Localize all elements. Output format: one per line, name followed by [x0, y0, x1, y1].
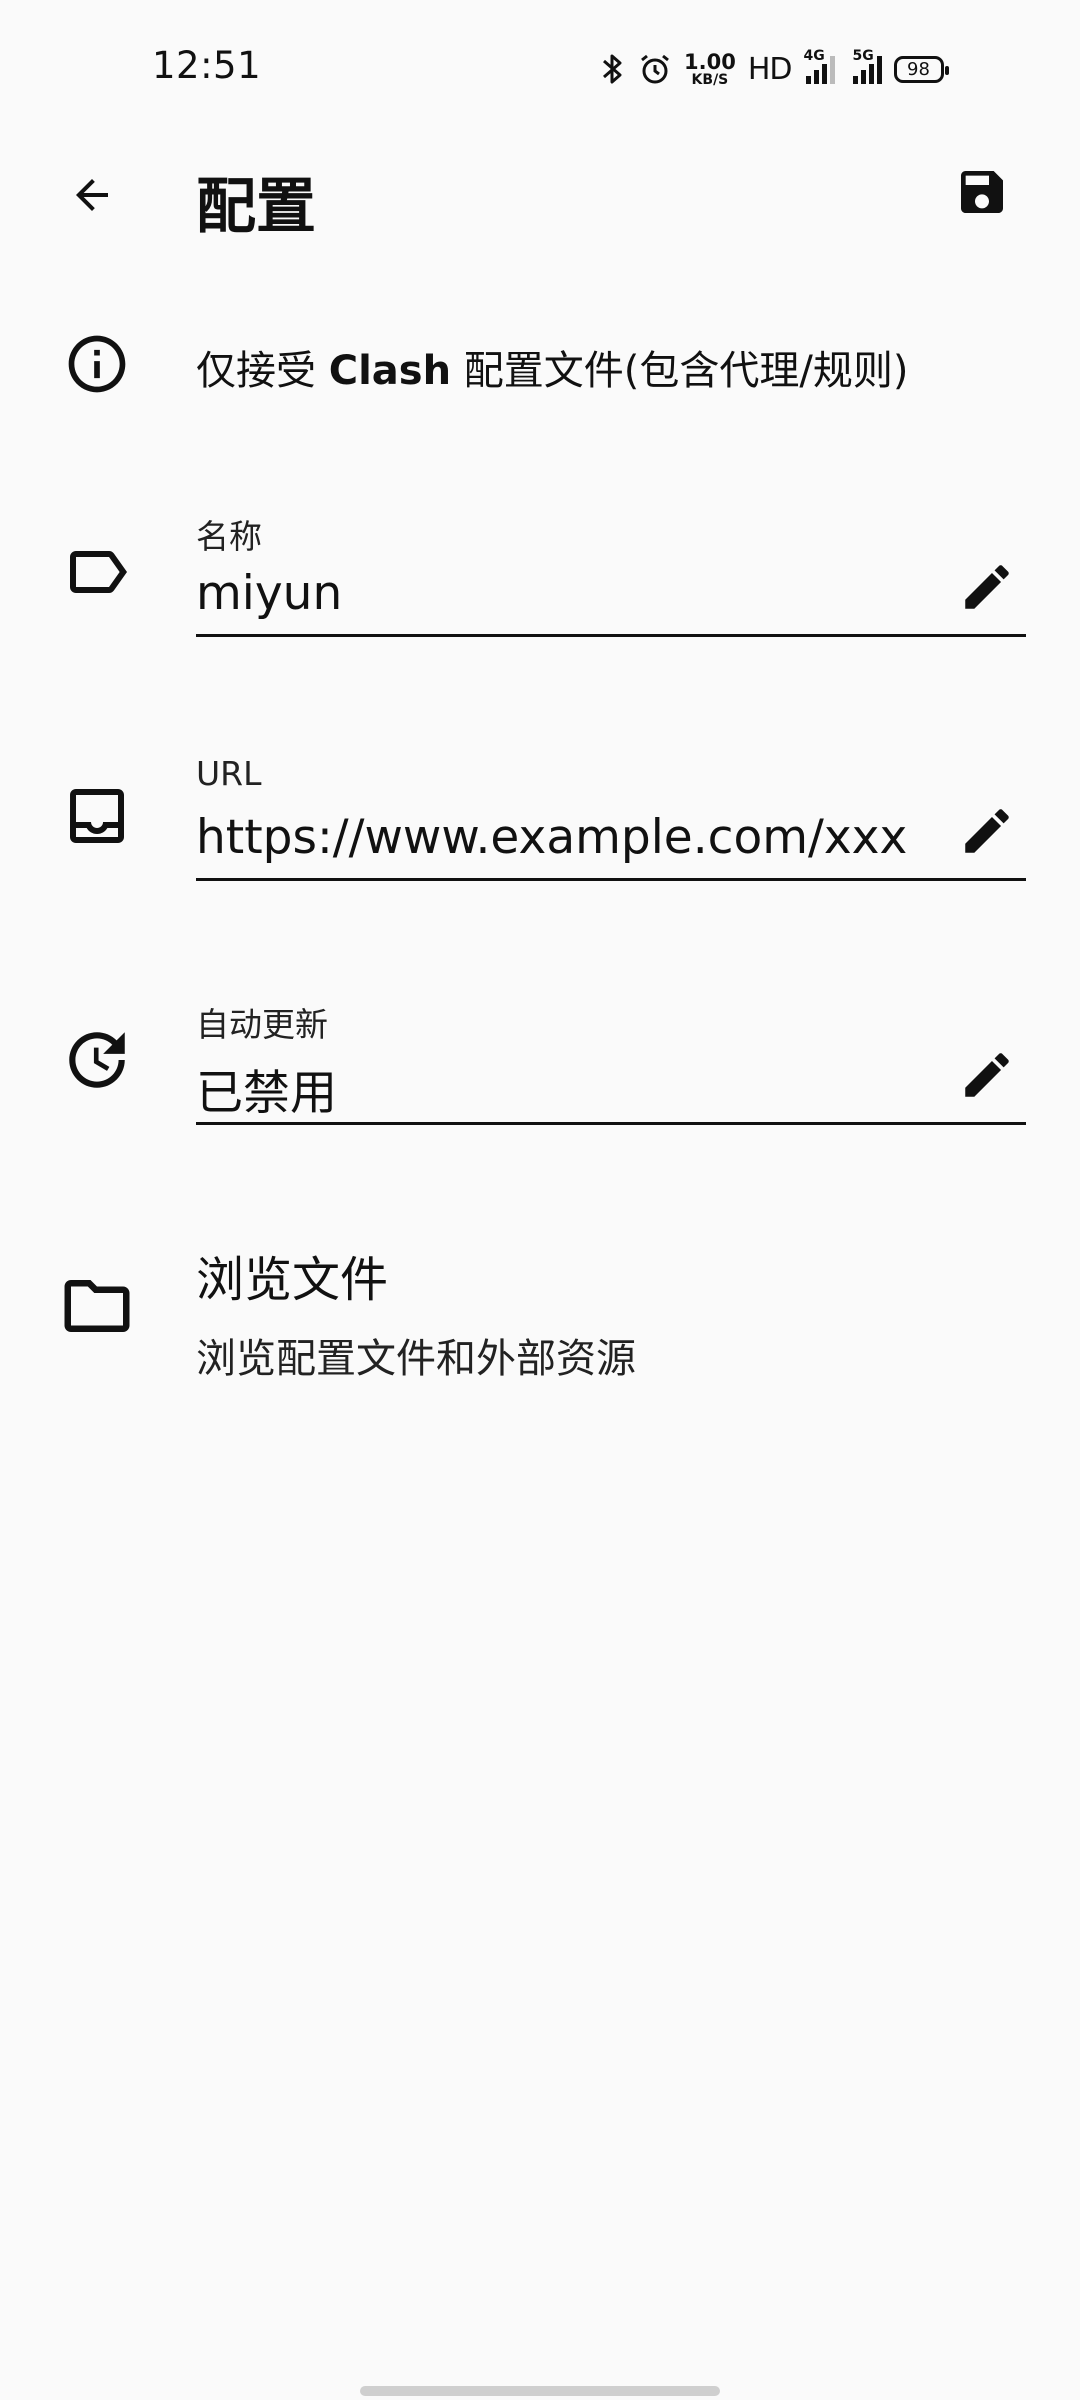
- notice-bold: Clash: [328, 348, 452, 394]
- auto-update-field-underline: [196, 1122, 1026, 1125]
- auto-update-field-value[interactable]: 已禁用: [196, 1054, 337, 1123]
- status-bar: 12:51 1.00 KB/S HD 4G 5G 98: [0, 0, 1080, 140]
- browse-files-item[interactable]: 浏览文件 浏览配置文件和外部资源: [196, 1240, 1026, 1384]
- auto-update-field[interactable]: 自动更新 已禁用: [196, 998, 1026, 1138]
- arrow-back-icon: [76, 179, 108, 211]
- network-speed-value: 1.00: [684, 49, 736, 74]
- browse-files-title: 浏览文件: [196, 1252, 389, 1308]
- screen: 12:51 1.00 KB/S HD 4G 5G 98 配置 仅接受 Clash…: [0, 0, 1080, 2400]
- save-button[interactable]: [952, 162, 1012, 222]
- app-bar: 配置: [0, 140, 1080, 250]
- signal-5g-icon: 5G: [847, 48, 882, 84]
- name-field-underline: [196, 634, 1026, 637]
- url-field-value[interactable]: https://www.example.com/xxx: [196, 810, 907, 865]
- home-indicator[interactable]: [360, 2386, 720, 2396]
- url-edit-button[interactable]: [952, 796, 1022, 866]
- auto-update-field-label: 自动更新: [196, 1005, 328, 1044]
- update-clock-icon: [57, 1020, 137, 1100]
- status-icons: 1.00 KB/S HD 4G 5G 98: [600, 46, 949, 92]
- auto-update-edit-button[interactable]: [952, 1040, 1022, 1110]
- page-title: 配置: [196, 172, 316, 242]
- url-field-underline: [196, 878, 1026, 881]
- battery-icon: 98: [893, 55, 949, 83]
- inbox-icon: [57, 776, 137, 856]
- name-field-value[interactable]: miyun: [196, 566, 342, 621]
- edit-pencil-icon: [965, 809, 1009, 853]
- info-icon: [57, 324, 137, 404]
- url-field[interactable]: URL https://www.example.com/xxx: [196, 754, 1026, 894]
- save-icon: [961, 171, 1003, 213]
- status-time: 12:51: [152, 44, 262, 87]
- bluetooth-icon: [600, 52, 626, 86]
- name-field-label: 名称: [196, 517, 262, 556]
- network-speed-unit: KB/S: [691, 71, 729, 88]
- name-edit-button[interactable]: [952, 552, 1022, 622]
- back-button[interactable]: [62, 165, 122, 225]
- alarm-icon: [638, 52, 672, 86]
- signal-4g-icon: 4G: [804, 48, 835, 84]
- notice-text: 仅接受 Clash 配置文件(包含代理/规则): [196, 348, 909, 394]
- edit-pencil-icon: [965, 565, 1009, 609]
- network-speed: 1.00 KB/S: [684, 49, 736, 88]
- hd-indicator: HD: [747, 51, 793, 87]
- name-field[interactable]: 名称 miyun: [196, 510, 1026, 650]
- url-field-label: URL: [196, 754, 262, 793]
- edit-pencil-icon: [965, 1053, 1009, 1097]
- browse-files-subtitle: 浏览配置文件和外部资源: [196, 1336, 636, 1382]
- label-tag-icon: [57, 532, 137, 612]
- folder-icon: [57, 1266, 137, 1346]
